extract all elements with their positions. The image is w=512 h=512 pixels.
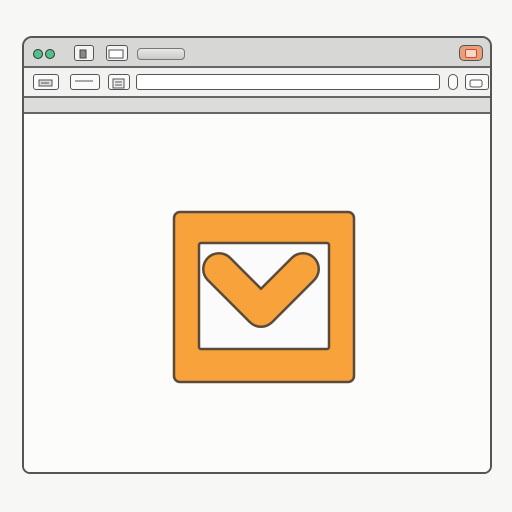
address-bar[interactable] [136,74,440,90]
reader-icon [112,78,125,89]
title-bar [24,38,490,68]
screen [0,0,512,512]
close-button[interactable] [459,45,483,61]
toolbar [24,68,490,98]
reader-button[interactable] [108,74,130,90]
toolbar-pill-button[interactable] [448,74,458,90]
page-content [24,114,490,472]
menu-icon [469,79,483,88]
back-icon [38,79,53,87]
window-dot-green-2-icon[interactable] [45,49,55,59]
window-dot-green-icon[interactable] [33,49,43,59]
page-icon [79,49,87,59]
menu-button[interactable] [465,74,489,90]
forward-button[interactable] [70,74,100,90]
page-icon-button[interactable] [74,45,94,61]
browser-window [22,36,492,474]
checkmark-box-icon [172,210,356,384]
toolbar-divider [24,98,490,114]
tab-button[interactable] [106,45,128,61]
forward-icon [75,80,93,82]
tab-icon [108,49,124,59]
tab-strip[interactable] [137,48,185,60]
back-button[interactable] [33,74,59,90]
